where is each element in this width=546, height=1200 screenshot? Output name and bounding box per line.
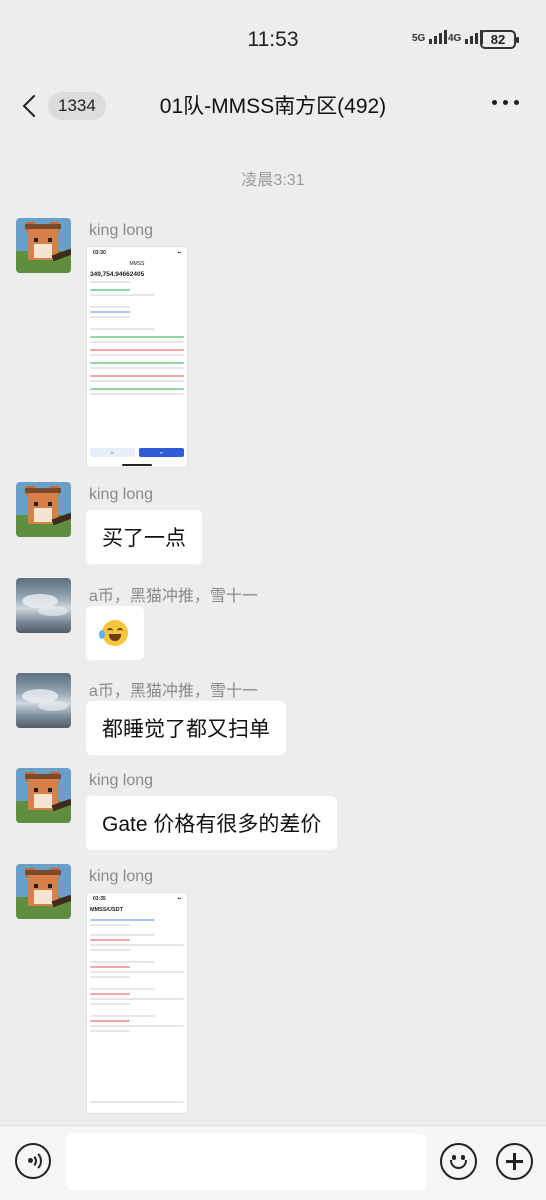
sender-name: king long xyxy=(89,868,154,885)
sender-name: a币，黑猫冲推，雪十一 xyxy=(89,588,258,605)
more-actions-button[interactable] xyxy=(496,1143,533,1180)
chat-timestamp: 凌晨3:31 xyxy=(241,172,305,189)
image-message[interactable]: 03:35 ▪▪ MMSS/USDT xyxy=(86,892,188,1114)
avatar[interactable] xyxy=(16,578,71,633)
avatar[interactable] xyxy=(16,482,71,537)
dot-icon xyxy=(492,100,497,105)
message-input-bar xyxy=(0,1125,546,1200)
sender-name: king long xyxy=(89,486,154,503)
back-button[interactable]: 1334 xyxy=(16,88,106,124)
message-item: king long 03:30 ▪▪ MMSS 349,754.94662405 … xyxy=(16,218,536,468)
voice-input-button[interactable] xyxy=(15,1143,51,1179)
message-bubble[interactable] xyxy=(86,606,144,660)
sender-name: king long xyxy=(89,772,154,789)
unread-count-badge: 1334 xyxy=(48,92,106,120)
avatar[interactable] xyxy=(16,768,71,823)
chat-header: 1334 01队-MMSS南方区(492) xyxy=(0,80,546,130)
signal-4g-icon: 4G xyxy=(448,30,484,44)
message-item: a币，黑猫冲推，雪十一 都睡觉了都又扫单 xyxy=(16,673,536,763)
avatar[interactable] xyxy=(16,673,71,728)
more-options-button[interactable] xyxy=(492,100,519,105)
wallet-screenshot-thumbnail: 03:30 ▪▪ MMSS 349,754.94662405 ▪▪ ▪▪ xyxy=(87,247,187,467)
image-message[interactable]: 03:30 ▪▪ MMSS 349,754.94662405 ▪▪ ▪▪ xyxy=(86,246,188,468)
message-item: king long 买了一点 xyxy=(16,482,536,572)
status-bar: 11:53 5G 4G 82 xyxy=(0,0,546,80)
message-bubble[interactable]: 买了一点 xyxy=(86,510,202,564)
chevron-left-icon xyxy=(22,94,46,118)
message-input[interactable] xyxy=(66,1134,426,1190)
message-item: king long 03:35 ▪▪ MMSS/USDT xyxy=(16,864,536,1114)
battery-icon: 82 xyxy=(480,30,519,49)
laughing-tears-emoji-icon xyxy=(99,620,128,646)
signal-5g-icon: 5G xyxy=(412,30,448,44)
emoji-button[interactable] xyxy=(440,1143,477,1180)
avatar[interactable] xyxy=(16,864,71,919)
message-bubble[interactable]: 都睡觉了都又扫单 xyxy=(86,701,286,755)
dot-icon xyxy=(503,100,508,105)
message-item: king long Gate 价格有很多的差价 xyxy=(16,768,536,858)
exchange-screenshot-thumbnail: 03:35 ▪▪ MMSS/USDT xyxy=(87,893,187,1113)
dot-icon xyxy=(514,100,519,105)
chat-title: 01队-MMSS南方区(492) xyxy=(159,95,387,118)
message-item: a币，黑猫冲推，雪十一 xyxy=(16,578,536,668)
avatar[interactable] xyxy=(16,218,71,273)
message-bubble[interactable]: Gate 价格有很多的差价 xyxy=(86,796,338,850)
sender-name: king long xyxy=(89,222,154,239)
sender-name: a币，黑猫冲推，雪十一 xyxy=(89,683,258,700)
